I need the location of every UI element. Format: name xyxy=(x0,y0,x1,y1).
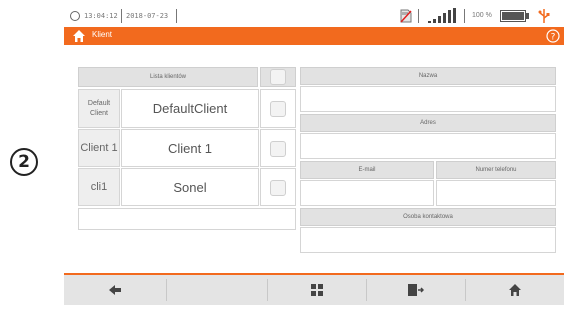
client-id-cell: cli1 xyxy=(78,168,120,206)
address-label: Adres xyxy=(300,114,556,132)
select-all-checkbox[interactable] xyxy=(270,69,286,85)
status-divider xyxy=(464,9,465,23)
client-id: cli1 xyxy=(90,181,108,193)
meter-screen: 13:04:12 2018-07-23 100 % Klient ? Lista… xyxy=(64,5,564,305)
grid-view-button[interactable] xyxy=(268,275,366,305)
usb-icon xyxy=(538,9,550,23)
status-divider xyxy=(176,9,177,23)
battery-percent: 100 % xyxy=(472,12,492,19)
phone-label: Numer telefonu xyxy=(436,161,556,179)
client-checkbox[interactable] xyxy=(270,180,286,196)
email-label-text: E-mail xyxy=(358,167,376,173)
client-name: Client 1 xyxy=(167,140,213,156)
contact-person-label: Osoba kontaktowa xyxy=(300,208,556,226)
status-time: 13:04:12 xyxy=(84,12,118,20)
phone-field[interactable] xyxy=(436,180,556,206)
client-list-header: Lista klientów xyxy=(78,67,258,87)
contact-person-label-text: Osoba kontaktowa xyxy=(403,214,453,220)
client-name: Sonel xyxy=(173,179,207,195)
status-date: 2018-07-23 xyxy=(126,12,169,20)
client-list-empty-row xyxy=(78,208,296,230)
phone-label-text: Numer telefonu xyxy=(475,167,517,173)
battery-icon xyxy=(500,10,529,22)
grid-icon xyxy=(311,284,323,296)
address-field[interactable] xyxy=(300,133,556,159)
title-bar: Klient ? xyxy=(64,27,564,45)
client-select-cell xyxy=(260,89,296,128)
step-callout-label: 2 xyxy=(18,152,30,172)
client-id: Client 1 xyxy=(80,141,118,154)
bottom-toolbar xyxy=(64,273,564,305)
email-field[interactable] xyxy=(300,180,434,206)
address-label-text: Adres xyxy=(420,120,436,126)
status-divider xyxy=(418,9,419,23)
signal-icon xyxy=(428,8,456,23)
name-label: Nazwa xyxy=(300,67,556,85)
export-button[interactable] xyxy=(367,275,465,305)
svg-text:?: ? xyxy=(551,33,556,43)
client-row[interactable]: DefaultClient xyxy=(121,89,259,128)
email-label: E-mail xyxy=(300,161,434,179)
home-button[interactable] xyxy=(466,275,564,305)
client-row[interactable]: Sonel xyxy=(121,168,259,206)
screen-title: Klient xyxy=(92,30,113,39)
clock-icon xyxy=(70,11,80,21)
client-id-cell: Client 1 xyxy=(78,129,120,167)
contact-person-field[interactable] xyxy=(300,227,556,253)
help-icon[interactable]: ? xyxy=(546,29,560,43)
client-row[interactable]: Client 1 xyxy=(121,129,259,167)
home-icon xyxy=(509,284,521,296)
client-id: Default Client xyxy=(87,99,111,117)
back-button[interactable] xyxy=(64,275,166,305)
client-checkbox[interactable] xyxy=(270,141,286,157)
client-checkbox[interactable] xyxy=(270,101,286,117)
client-id-cell: Default Client xyxy=(78,89,120,128)
name-field[interactable] xyxy=(300,86,556,112)
client-select-cell xyxy=(260,168,296,206)
status-bar: 13:04:12 2018-07-23 100 % xyxy=(64,5,564,27)
home-icon[interactable] xyxy=(72,29,86,43)
export-icon xyxy=(408,284,424,296)
client-list-panel: Lista klientów Default Client DefaultCli… xyxy=(78,67,296,267)
client-details-panel: Nazwa Adres E-mail Numer telefonu Osoba … xyxy=(300,67,556,267)
name-label-text: Nazwa xyxy=(418,73,438,79)
empty-toolbar-slot xyxy=(167,275,267,305)
status-divider xyxy=(121,9,122,23)
select-all-cell xyxy=(260,67,296,87)
client-list-header-label: Lista klientów xyxy=(149,74,187,80)
client-select-cell xyxy=(260,129,296,167)
client-name: DefaultClient xyxy=(152,101,228,116)
step-callout: 2 xyxy=(10,148,38,176)
sd-card-icon xyxy=(400,9,412,23)
back-arrow-icon xyxy=(109,285,121,295)
